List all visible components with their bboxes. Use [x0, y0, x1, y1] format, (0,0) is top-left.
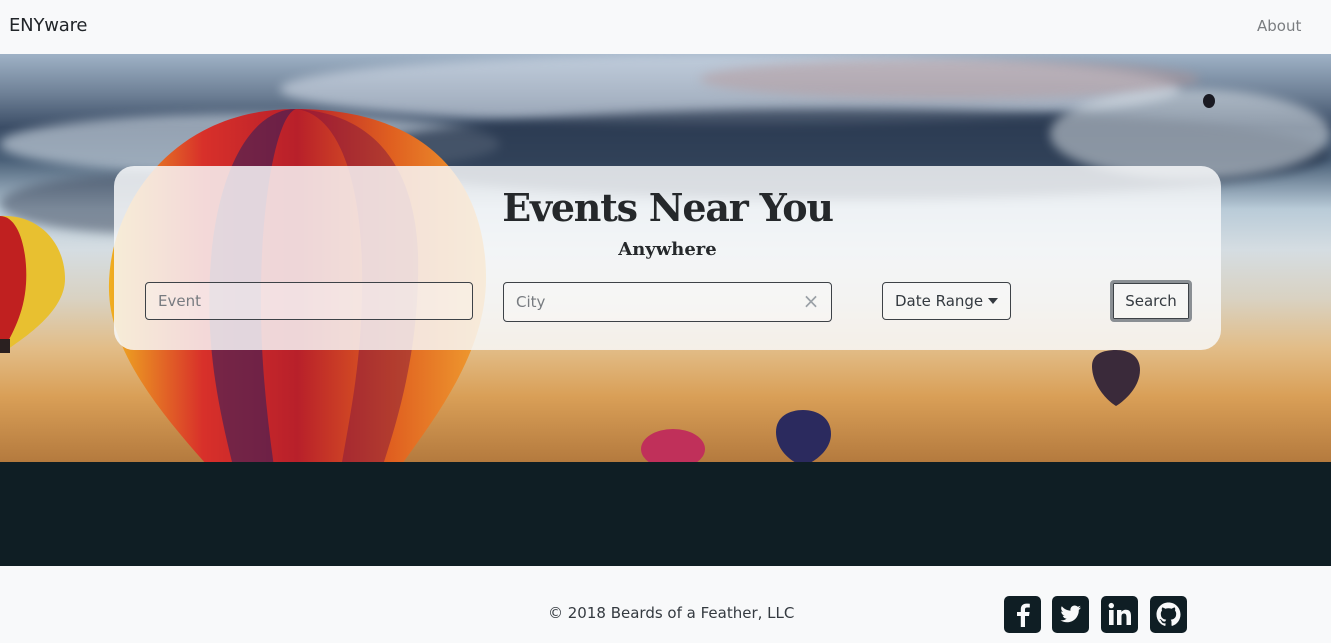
page-title: Events Near You: [502, 185, 834, 230]
brand-logo[interactable]: ENYware: [9, 15, 87, 36]
city-input[interactable]: [503, 282, 832, 322]
search-button[interactable]: Search: [1110, 280, 1192, 322]
caret-down-icon: [988, 298, 998, 304]
navbar: ENYware About: [0, 0, 1331, 54]
nav-link-about[interactable]: About: [1257, 17, 1301, 35]
github-icon[interactable]: [1150, 596, 1187, 633]
facebook-icon[interactable]: [1004, 596, 1041, 633]
clear-icon[interactable]: ×: [801, 291, 821, 311]
page-subtitle: Anywhere: [618, 239, 717, 260]
copyright-text: © 2018 Beards of a Feather, LLC: [548, 604, 795, 622]
event-input[interactable]: [145, 282, 473, 320]
twitter-icon[interactable]: [1052, 596, 1089, 633]
date-range-dropdown[interactable]: Date Range: [882, 282, 1011, 320]
linkedin-icon[interactable]: [1101, 596, 1138, 633]
dark-band: [0, 462, 1331, 566]
city-field: ×: [503, 282, 832, 322]
date-range-label: Date Range: [895, 292, 984, 310]
